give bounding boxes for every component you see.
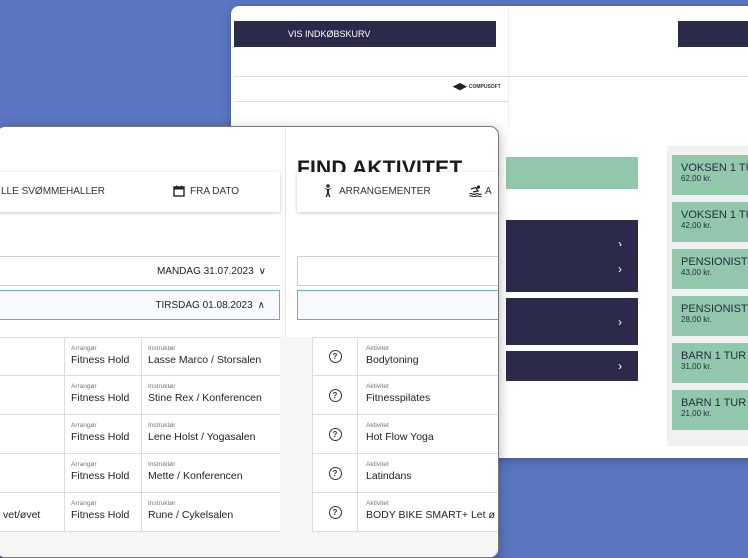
all-halls-filter[interactable]: LLE SVØMMEHALLER <box>1 186 105 197</box>
table-row[interactable]: Arrangør Fitness Hold Instruktør Stine R… <box>0 376 280 415</box>
help-icon[interactable]: ? <box>328 505 342 519</box>
swimming-icon <box>469 185 482 197</box>
divider <box>234 76 508 77</box>
panel-separator <box>508 6 509 126</box>
basket-button-secondary[interactable] <box>678 21 748 47</box>
filter-bar: ARRANGEMENTER A <box>297 172 498 212</box>
activity-row[interactable]: ? Aktivitet Hot Flow Yoga <box>312 415 498 454</box>
table-row[interactable]: Arrangør Fitness Hold Instruktør Mette /… <box>0 454 280 493</box>
compusoft-logo: ◀▶ COMPUSOFT <box>453 81 501 91</box>
category-nav-3[interactable]: › <box>506 298 638 345</box>
price-item[interactable]: BARN 1 TUR 31,00 kr. <box>672 343 748 383</box>
front-window: FIND AKTIVITET LLE SVØMMEHALLER FRA DATO… <box>0 126 499 558</box>
organizer-cell: Arrangør Fitness Hold <box>65 376 142 414</box>
category-nav-2[interactable]: › <box>506 246 638 292</box>
chevron-right-icon: › <box>618 262 622 276</box>
level-cell <box>0 454 65 492</box>
swimming-filter[interactable]: A <box>485 186 492 197</box>
help-icon[interactable]: ? <box>328 466 342 480</box>
price-item[interactable]: VOKSEN 1 TUR 42,00 kr. <box>672 202 748 242</box>
calendar-icon <box>173 185 185 197</box>
price-item[interactable]: PENSIONIST 28,00 kr. <box>672 296 748 336</box>
activity-row[interactable]: ? Aktivitet Fitnesspilates <box>312 376 498 415</box>
activity-row[interactable]: ? Aktivitet Bodytoning <box>312 337 498 376</box>
person-icon <box>324 184 332 197</box>
chevron-down-icon: ∨ <box>258 265 266 277</box>
activity-row[interactable]: ? Aktivitet BODY BIKE SMART+ Let ø <box>312 493 498 532</box>
date-row-blank[interactable] <box>297 256 498 286</box>
table-row[interactable]: vet/øvet Arrangør Fitness Hold Instruktø… <box>0 493 280 532</box>
events-filter[interactable]: ARRANGEMENTER <box>339 186 431 197</box>
level-cell: vet/øvet <box>0 493 65 531</box>
level-cell <box>0 338 65 375</box>
show-basket-button[interactable]: VIS INDKØBSKURV <box>234 21 496 47</box>
category-nav-4[interactable]: › <box>506 351 638 381</box>
chevron-up-icon: ∧ <box>257 299 265 311</box>
selected-category-bar[interactable] <box>506 157 638 189</box>
level-cell <box>0 376 65 414</box>
chevron-right-icon: › <box>618 314 622 329</box>
help-icon[interactable]: ? <box>328 350 342 363</box>
help-icon[interactable]: ? <box>328 388 342 402</box>
divider <box>234 101 508 102</box>
date-row-blank[interactable] <box>297 290 498 320</box>
price-item[interactable]: PENSIONIST 43,00 kr. <box>672 249 748 289</box>
help-icon[interactable]: ? <box>328 427 342 441</box>
divider <box>509 76 748 77</box>
from-date-filter[interactable]: FRA DATO <box>190 186 239 197</box>
date-label: TIRSDAG 01.08.2023 <box>155 299 253 311</box>
chevron-right-icon: › <box>618 359 622 373</box>
organizer-cell: Arrangør Fitness Hold <box>65 493 142 531</box>
price-item[interactable]: BARN 1 TUR 21,00 kr. <box>672 390 748 430</box>
organizer-cell: Arrangør Fitness Hold <box>65 338 142 375</box>
date-row-monday[interactable]: MANDAG 31.07.2023 ∨ <box>0 256 280 286</box>
logo-mark-icon: ◀▶ <box>453 81 467 91</box>
date-label: MANDAG 31.07.2023 <box>156 265 254 277</box>
date-row-tuesday[interactable]: TIRSDAG 01.08.2023 ∧ <box>0 290 280 320</box>
activity-row[interactable]: ? Aktivitet Latindans <box>312 454 498 493</box>
table-row[interactable]: Arrangør Fitness Hold Instruktør Lasse M… <box>0 337 280 376</box>
organizer-cell: Arrangør Fitness Hold <box>65 454 142 492</box>
level-cell <box>0 415 65 453</box>
organizer-cell: Arrangør Fitness Hold <box>65 415 142 453</box>
price-item[interactable]: VOKSEN 1 TUR 62,00 kr. <box>672 155 748 195</box>
table-row[interactable]: Arrangør Fitness Hold Instruktør Lene Ho… <box>0 415 280 454</box>
filter-bar: LLE SVØMMEHALLER FRA DATO <box>0 172 280 212</box>
